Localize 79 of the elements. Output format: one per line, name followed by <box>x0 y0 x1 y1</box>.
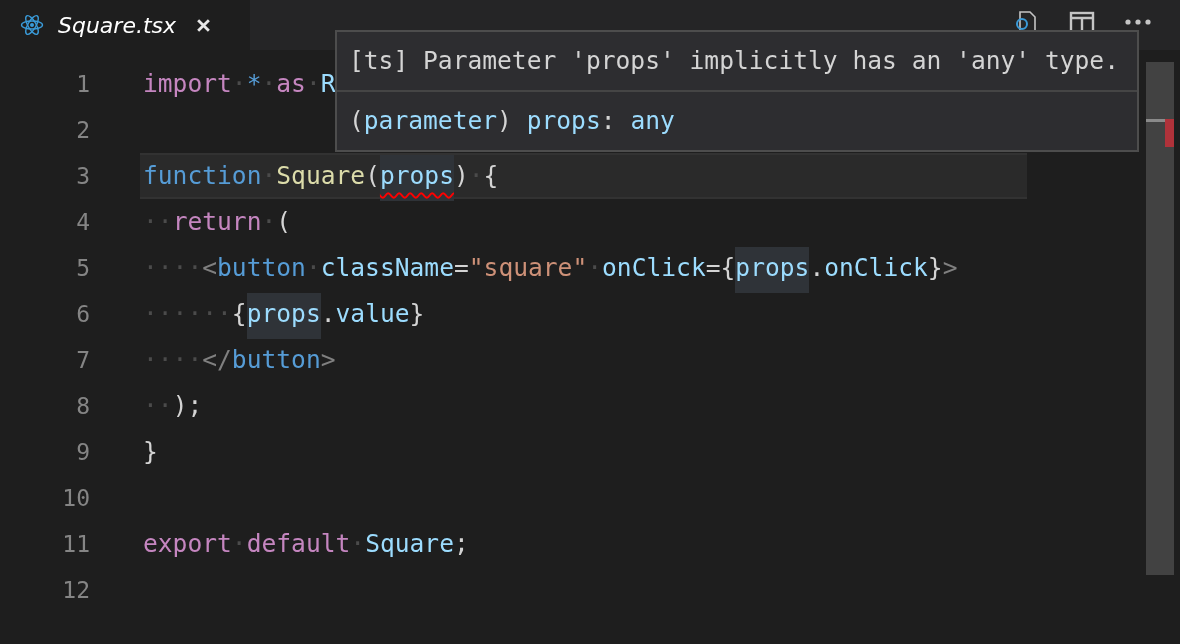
code-token: } <box>927 252 943 284</box>
whitespace-marker: · <box>350 528 366 560</box>
code-token: ( <box>276 206 292 238</box>
code-token: ; <box>453 528 469 560</box>
signature-token: : <box>600 106 617 135</box>
whitespace-marker: · <box>261 206 277 238</box>
error-message: [ts] Parameter 'props' implicitly has an 'any' type. <box>337 32 1137 92</box>
code-token: . <box>809 252 825 284</box>
line-number: 5 <box>75 254 90 283</box>
signature-token: props <box>526 106 601 135</box>
whitespace-marker: · <box>468 160 484 192</box>
whitespace-marker: ···· <box>143 344 203 376</box>
code-token: * <box>246 68 262 100</box>
line-number: 7 <box>75 346 90 375</box>
code-token: ={ <box>705 252 736 284</box>
code-token: Square <box>276 160 366 192</box>
code-token: ( <box>365 160 380 192</box>
code-token: function <box>143 160 262 192</box>
line-number: 6 <box>75 300 90 329</box>
code-token: ); <box>172 390 203 422</box>
code-token: "square" <box>468 252 588 284</box>
whitespace-marker: · <box>587 252 603 284</box>
signature-token: any <box>630 106 675 135</box>
code-token: } <box>143 436 158 468</box>
code-token: > <box>320 344 336 376</box>
line-number: 11 <box>61 530 90 559</box>
scrollbar[interactable] <box>1146 62 1174 575</box>
code-token: return <box>172 206 262 238</box>
whitespace-marker: ·· <box>143 390 173 422</box>
close-icon[interactable] <box>196 17 212 33</box>
code-token: } <box>409 298 425 330</box>
code-token: props <box>379 155 454 201</box>
code-token: R <box>320 68 336 100</box>
code-token: as <box>276 68 306 100</box>
code-token: button <box>231 344 321 376</box>
code-token: Square <box>365 528 454 560</box>
code-token: > <box>942 252 958 284</box>
atom-icon <box>20 13 44 37</box>
code-token: onClick <box>824 252 928 284</box>
more-icon[interactable] <box>1124 17 1152 27</box>
line-number: 4 <box>75 208 90 237</box>
tab-label: Square.tsx <box>58 12 177 38</box>
whitespace-marker: ···· <box>143 252 203 284</box>
code-token: className <box>320 252 454 284</box>
signature-token: ) <box>497 106 513 135</box>
whitespace-marker: · <box>231 68 247 100</box>
code-token: value <box>335 298 410 330</box>
code-token: . <box>320 298 336 330</box>
error-marker <box>1165 119 1174 147</box>
code-token: = <box>453 252 469 284</box>
code-token: export <box>143 528 232 560</box>
whitespace-marker: · <box>305 252 321 284</box>
code-token: default <box>246 528 351 560</box>
whitespace-marker: ······ <box>143 298 232 330</box>
line-number: 3 <box>75 162 90 191</box>
line-number: 8 <box>75 392 90 421</box>
code-token: { <box>231 298 247 330</box>
code-token: ) <box>454 160 469 192</box>
whitespace-marker: ·· <box>143 206 173 238</box>
code-token: onClick <box>602 252 706 284</box>
code-token: </ <box>202 344 232 376</box>
whitespace-marker: · <box>231 528 247 560</box>
code-token: props <box>246 293 321 339</box>
line-number: 2 <box>75 116 90 145</box>
code-token: import <box>143 68 232 100</box>
code-token: button <box>217 252 306 284</box>
code-token: props <box>735 247 810 293</box>
line-number: 9 <box>75 438 90 467</box>
code-token: < <box>202 252 218 284</box>
line-number: 10 <box>61 484 90 513</box>
line-number: 12 <box>61 576 90 605</box>
code-token: { <box>483 160 499 192</box>
whitespace-marker: · <box>305 68 321 100</box>
whitespace-marker: · <box>261 160 277 192</box>
signature-token: parameter <box>363 106 498 135</box>
line-number: 1 <box>75 70 90 99</box>
signature-token: ( <box>349 106 364 135</box>
editor-tab[interactable]: Square.tsx <box>0 0 250 50</box>
whitespace-marker: · <box>261 68 277 100</box>
